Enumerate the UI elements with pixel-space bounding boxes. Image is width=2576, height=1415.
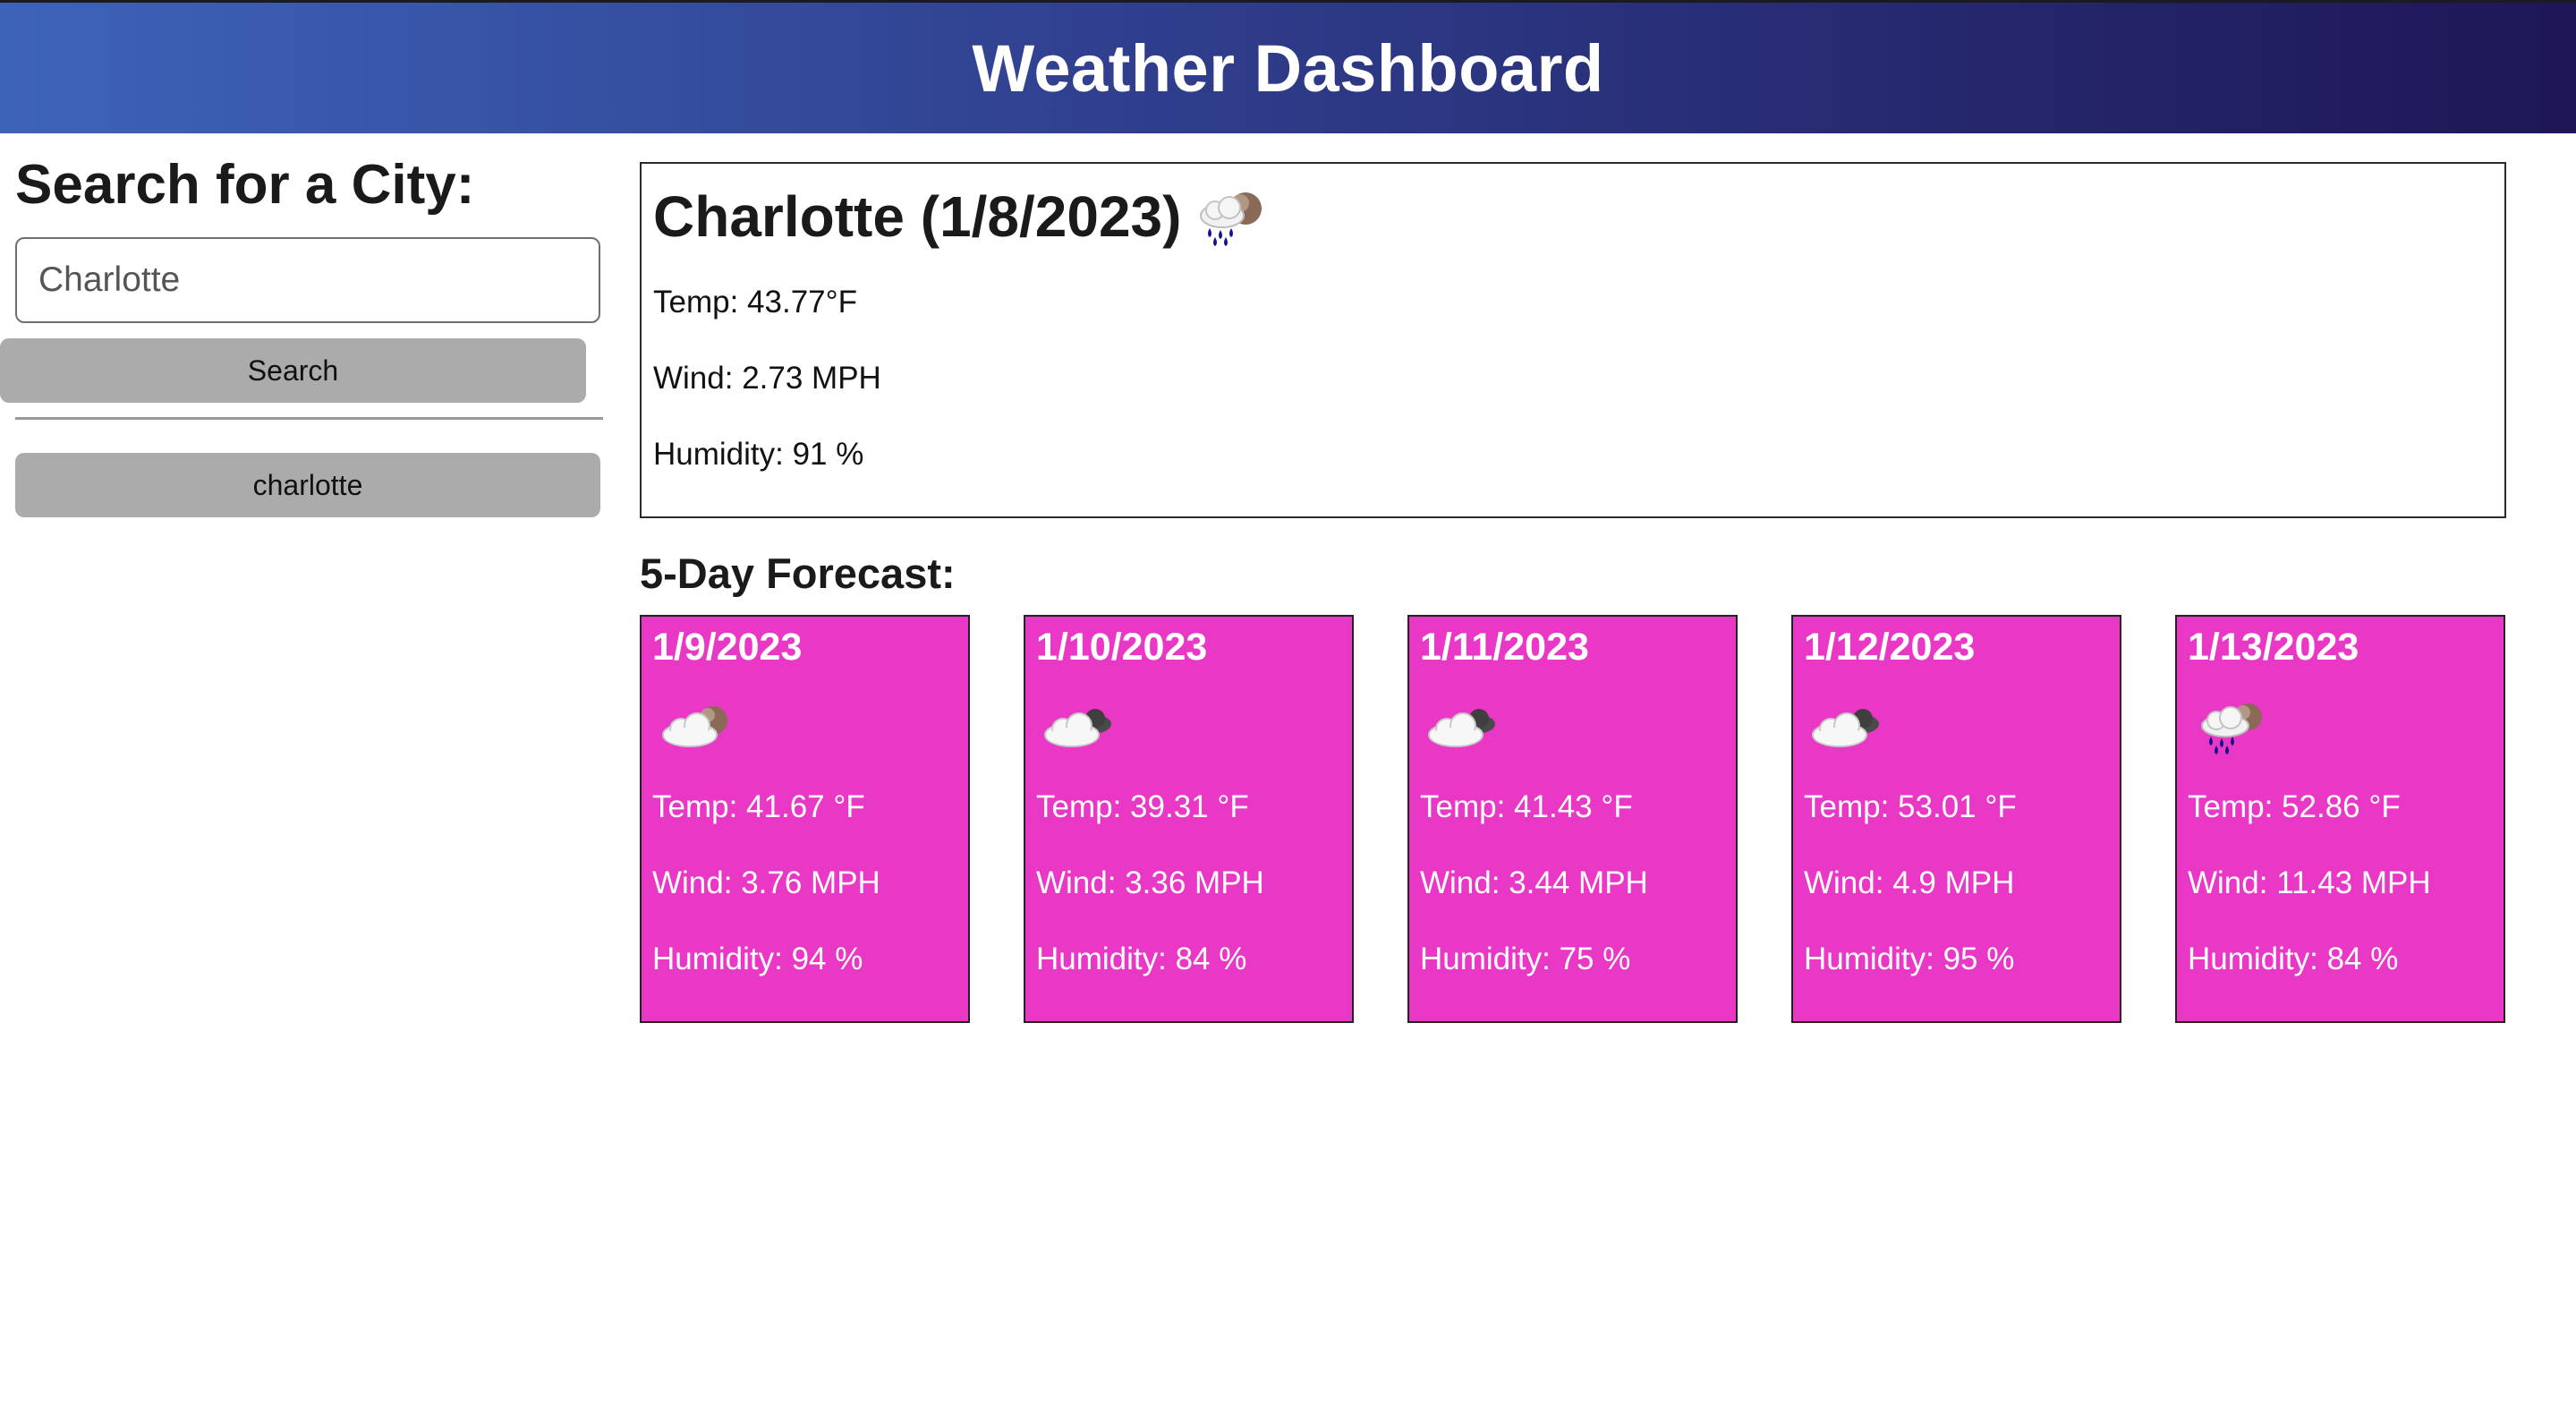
forecast-date: 1/10/2023: [1036, 626, 1208, 669]
current-weather-title: Charlotte (1/8/2023): [653, 183, 1271, 250]
search-heading: Search for a City:: [15, 154, 475, 216]
rain-cloud-icon: [2191, 697, 2277, 756]
current-weather-panel: Charlotte (1/8/2023) Temp: 43.77°F Wind:…: [640, 162, 2506, 518]
search-button[interactable]: Search: [0, 338, 586, 403]
forecast-temp: Temp: 53.01 °F: [1804, 789, 2017, 824]
history-item-charlotte[interactable]: charlotte: [15, 453, 600, 517]
forecast-temp: Temp: 41.43 °F: [1420, 789, 1633, 824]
forecast-card: 1/9/2023 Temp: 41.67 °F Wind: 3.76 MPH H…: [640, 615, 970, 1023]
forecast-date: 1/13/2023: [2188, 626, 2359, 669]
forecast-wind: Wind: 4.9 MPH: [1804, 865, 2015, 900]
forecast-card: 1/11/2023 Temp: 41.43 °F Wind: 3.44 MPH …: [1407, 615, 1738, 1023]
forecast-date: 1/9/2023: [652, 626, 803, 669]
current-temp: Temp: 43.77°F: [653, 285, 857, 320]
forecast-card: 1/13/2023 Temp: 52.86 °F Wind: 11.43 MPH…: [2175, 615, 2505, 1023]
sidebar-divider: [15, 417, 603, 420]
forecast-temp: Temp: 52.86 °F: [2188, 789, 2401, 824]
forecast-humidity: Humidity: 95 %: [1804, 942, 2015, 976]
forecast-title: 5-Day Forecast:: [640, 550, 956, 597]
current-humidity: Humidity: 91 %: [653, 437, 864, 472]
forecast-humidity: Humidity: 94 %: [652, 942, 863, 976]
forecast-wind: Wind: 3.76 MPH: [652, 865, 880, 900]
forecast-humidity: Humidity: 84 %: [1036, 942, 1247, 976]
forecast-humidity: Humidity: 84 %: [2188, 942, 2399, 976]
city-search-input[interactable]: Charlotte: [15, 237, 600, 323]
app-header: Weather Dashboard: [0, 0, 2576, 133]
forecast-card: 1/10/2023 Temp: 39.31 °F Wind: 3.36 MPH …: [1024, 615, 1354, 1023]
cloudy-icon: [1040, 697, 1126, 756]
cloudy-icon: [1424, 697, 1509, 756]
forecast-date: 1/11/2023: [1420, 626, 1589, 669]
forecast-temp: Temp: 41.67 °F: [652, 789, 865, 824]
rain-cloud-icon: [1194, 185, 1271, 248]
app-title: Weather Dashboard: [972, 30, 1604, 106]
forecast-date: 1/12/2023: [1804, 626, 1976, 669]
forecast-wind: Wind: 3.36 MPH: [1036, 865, 1264, 900]
cloudy-icon: [1807, 697, 1893, 756]
forecast-wind: Wind: 3.44 MPH: [1420, 865, 1648, 900]
partly-cloudy-icon: [656, 697, 742, 756]
city-date-label: Charlotte (1/8/2023): [653, 184, 1182, 249]
forecast-temp: Temp: 39.31 °F: [1036, 789, 1249, 824]
current-wind: Wind: 2.73 MPH: [653, 361, 881, 396]
forecast-wind: Wind: 11.43 MPH: [2188, 865, 2431, 900]
forecast-humidity: Humidity: 75 %: [1420, 942, 1631, 976]
forecast-card: 1/12/2023 Temp: 53.01 °F Wind: 4.9 MPH H…: [1791, 615, 2121, 1023]
